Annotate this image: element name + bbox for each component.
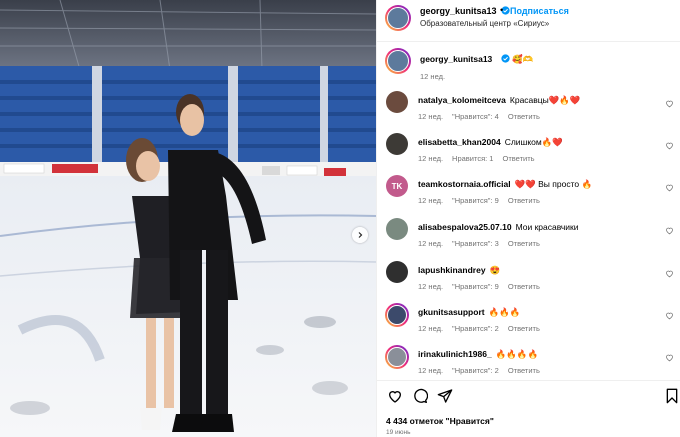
comment-meta: 12 нед. "Нравится": 4 Ответить: [418, 112, 549, 121]
commenter-avatar[interactable]: [385, 345, 409, 369]
comment-username[interactable]: elisabetta_khan2004: [418, 137, 501, 147]
comment-meta: 12 нед. "Нравится": 3 Ответить: [418, 239, 549, 248]
post-actions: 4 434 отметок "Нравится" 19 июнь: [377, 380, 680, 437]
comment-time: 12 нед.: [418, 282, 444, 291]
like-comment-heart-icon[interactable]: [665, 141, 674, 150]
comment-username[interactable]: alisabespalova25.07.10: [418, 222, 512, 232]
caption-username[interactable]: georgy_kunitsa13: [420, 54, 492, 64]
commenter-avatar[interactable]: [386, 91, 408, 113]
comment-meta: 12 нед. "Нравится": 2 Ответить: [418, 324, 549, 333]
comment-username[interactable]: gkunitsasupport: [418, 307, 485, 317]
commenter-avatar[interactable]: [385, 303, 409, 327]
comment-time: 12 нед.: [418, 324, 444, 333]
comment-time: 12 нед.: [418, 196, 444, 205]
reply-button[interactable]: Ответить: [502, 154, 534, 163]
comment-line: natalya_kolomeitceva Красавцы❤️🔥❤️: [418, 95, 581, 106]
reply-button[interactable]: Ответить: [508, 196, 540, 205]
caption-time: 12 нед.: [420, 72, 446, 81]
caption-text: 🥰🫶: [512, 54, 534, 64]
like-comment-heart-icon[interactable]: [665, 353, 674, 362]
like-comment-heart-icon[interactable]: [665, 269, 674, 278]
comment-line: lapushkinandrey 😍: [418, 265, 500, 276]
comment-line: teamkostornaia.official ❤️❤️ Вы просто 🔥: [418, 179, 592, 190]
post-side-panel: georgy_kunitsa13 • Подписаться Образоват…: [376, 0, 680, 437]
comment-time: 12 нед.: [418, 154, 444, 163]
comment-time: 12 нед.: [418, 366, 444, 375]
reply-button[interactable]: Ответить: [508, 282, 540, 291]
comment-text: 🔥🔥🔥🔥: [495, 349, 539, 359]
comment-meta: 12 нед. "Нравится": 2 Ответить: [418, 366, 549, 375]
comment-username[interactable]: lapushkinandrey: [418, 265, 486, 275]
bookmark-icon[interactable]: [665, 388, 679, 404]
comment-meta: 12 нед. "Нравится": 9 Ответить: [418, 282, 549, 291]
comment-text: 🔥🔥🔥: [488, 307, 521, 317]
comment-username[interactable]: irinakulinich1986_: [418, 349, 492, 359]
post-date: 19 июнь: [386, 429, 411, 436]
caption-meta: 12 нед.: [420, 72, 454, 81]
heart-icon[interactable]: [387, 388, 403, 404]
comment-text: ❤️❤️ Вы просто 🔥: [514, 179, 593, 189]
comment-likes[interactable]: "Нравится": 2: [452, 366, 499, 375]
comment-username[interactable]: teamkostornaia.official: [418, 179, 511, 189]
instagram-post: georgy_kunitsa13 • Подписаться Образоват…: [0, 0, 680, 437]
follow-button[interactable]: Подписаться: [510, 6, 569, 16]
commenter-avatar[interactable]: [386, 218, 408, 240]
next-photo-button[interactable]: [352, 227, 368, 243]
caption-avatar[interactable]: [385, 48, 411, 74]
comment-username[interactable]: natalya_kolomeitceva: [418, 95, 506, 105]
comment-likes[interactable]: "Нравится": 4: [452, 112, 499, 121]
commenter-avatar[interactable]: TK: [386, 175, 408, 197]
caption-line: georgy_kunitsa13 🥰🫶: [420, 54, 533, 65]
comment-meta: 12 нед. "Нравится": 9 Ответить: [418, 196, 549, 205]
comment-likes[interactable]: "Нравится": 9: [452, 196, 499, 205]
author-username[interactable]: georgy_kunitsa13: [420, 6, 497, 16]
comments-list[interactable]: georgy_kunitsa13 🥰🫶 12 нед. natalya_kolo…: [377, 43, 680, 378]
comment-text: Красавцы❤️🔥❤️: [509, 95, 581, 105]
author-avatar[interactable]: [385, 5, 411, 31]
post-header: georgy_kunitsa13 • Подписаться Образоват…: [377, 0, 680, 42]
share-icon[interactable]: [437, 388, 453, 404]
reply-button[interactable]: Ответить: [508, 239, 540, 248]
comment-likes[interactable]: Нравится: 1: [452, 154, 493, 163]
likes-count[interactable]: 4 434 отметок "Нравится": [386, 416, 494, 426]
comment-line: alisabespalova25.07.10 Мои красавчики: [418, 222, 579, 232]
chevron-right-icon: [358, 232, 363, 238]
header-separator: •: [500, 5, 504, 15]
post-photo[interactable]: [0, 0, 376, 437]
photo-scene: [0, 0, 376, 437]
author-username-wrap: georgy_kunitsa13: [420, 6, 510, 16]
like-comment-heart-icon[interactable]: [665, 183, 674, 192]
comment-line: elisabetta_khan2004 Слишком🔥❤️: [418, 137, 563, 148]
commenter-avatar[interactable]: [386, 261, 408, 283]
commenter-avatar-initials: TK: [391, 181, 403, 191]
comment-likes[interactable]: "Нравится": 2: [452, 324, 499, 333]
comment-text: 😍: [489, 265, 501, 275]
post-location[interactable]: Образовательный центр «Сириус»: [420, 19, 549, 28]
verified-badge-icon: [501, 54, 510, 63]
comment-likes[interactable]: "Нравится": 9: [452, 282, 499, 291]
comment-time: 12 нед.: [418, 112, 444, 121]
reply-button[interactable]: Ответить: [508, 324, 540, 333]
like-comment-heart-icon[interactable]: [665, 226, 674, 235]
comment-line: gkunitsasupport 🔥🔥🔥: [418, 307, 520, 318]
commenter-avatar[interactable]: [386, 133, 408, 155]
comment-likes[interactable]: "Нравится": 3: [452, 239, 499, 248]
comment-meta: 12 нед. Нравится: 1 Ответить: [418, 154, 544, 163]
reply-button[interactable]: Ответить: [508, 366, 540, 375]
comment-text: Слишком🔥❤️: [504, 137, 563, 147]
reply-button[interactable]: Ответить: [508, 112, 540, 121]
like-comment-heart-icon[interactable]: [665, 311, 674, 320]
comment-line: irinakulinich1986_ 🔥🔥🔥🔥: [418, 349, 538, 360]
like-comment-heart-icon[interactable]: [665, 99, 674, 108]
comment-text: Мои красавчики: [515, 222, 579, 232]
comment-time: 12 нед.: [418, 239, 444, 248]
comment-icon[interactable]: [412, 388, 428, 404]
